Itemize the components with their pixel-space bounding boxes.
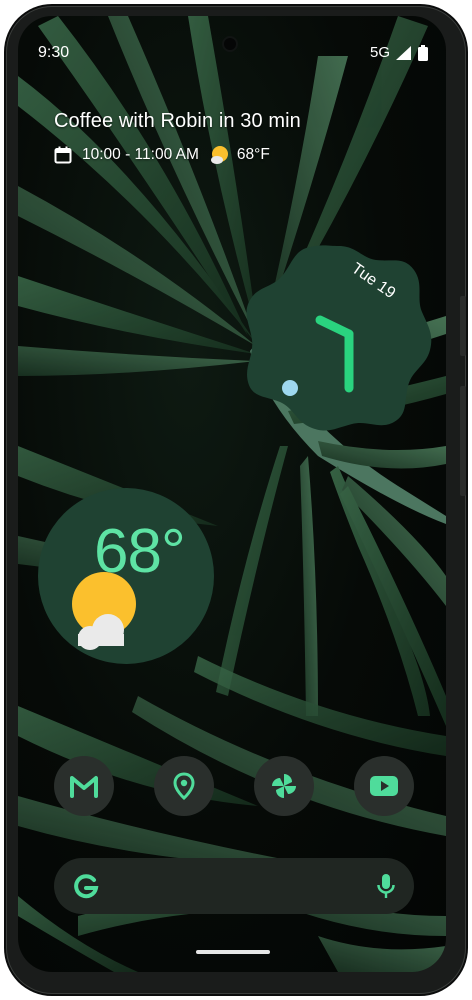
gmail-app[interactable] (54, 756, 114, 816)
weather-temp: 68° (94, 517, 186, 586)
at-a-glance-widget[interactable]: Coffee with Robin in 30 min 10:00 - 11:0… (54, 110, 301, 165)
microphone-icon[interactable] (376, 872, 396, 900)
youtube-app[interactable] (354, 756, 414, 816)
google-search-bar[interactable] (54, 858, 414, 914)
status-indicators: 5G (370, 44, 428, 61)
pinwheel-icon (272, 774, 296, 798)
home-screen: 9:30 5G Coffee with Robin in 30 min 10:0… (18, 16, 446, 972)
battery-full-icon (418, 44, 428, 61)
youtube-icon (370, 776, 398, 796)
calendar-icon (54, 146, 72, 164)
status-bar: 9:30 5G (18, 16, 446, 68)
photos-app[interactable] (254, 756, 314, 816)
network-type: 5G (369, 44, 390, 61)
glance-weather-temp: 68°F (236, 146, 270, 163)
clock-face (246, 245, 432, 431)
signal-full-icon (396, 45, 411, 60)
gesture-nav-bar[interactable] (196, 950, 270, 954)
second-dot (282, 380, 298, 396)
app-dock (54, 756, 416, 818)
gmail-icon (70, 776, 98, 798)
clock-widget[interactable] (244, 242, 434, 432)
volume-rocker (460, 386, 466, 496)
event-time: 10:00 - 11:00 AM (82, 146, 199, 163)
status-time: 9:30 (38, 44, 70, 61)
event-details: 10:00 - 11:00 AM 68°F (54, 145, 301, 165)
power-button (460, 296, 466, 356)
partly-sunny-icon (210, 146, 228, 164)
maps-pin-icon (173, 772, 195, 800)
google-g-icon[interactable] (72, 872, 100, 900)
event-title[interactable]: Coffee with Robin in 30 min (54, 110, 301, 133)
maps-app[interactable] (154, 756, 214, 816)
